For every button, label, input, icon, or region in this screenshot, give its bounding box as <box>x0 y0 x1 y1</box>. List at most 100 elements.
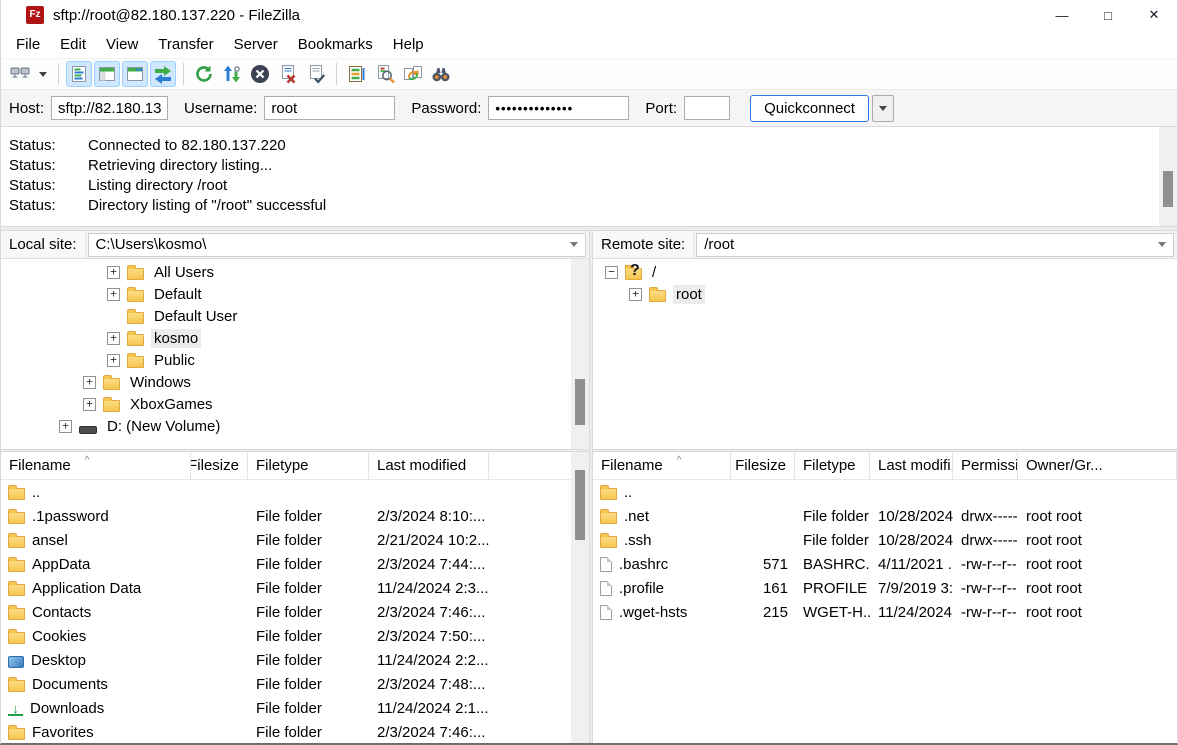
column-header-filename[interactable]: Filename ^ <box>1 452 191 479</box>
folder-icon <box>8 632 25 644</box>
column-header-filename[interactable]: Filename ^ <box>593 452 731 479</box>
tree-item[interactable]: + Public <box>1 349 589 371</box>
collapse-minus-icon[interactable]: − <box>605 266 618 279</box>
toggle-transfer-queue-button[interactable] <box>150 61 176 87</box>
file-row[interactable]: .1password File folder 2/3/2024 8:10:... <box>1 504 589 528</box>
expand-plus-icon[interactable]: + <box>107 288 120 301</box>
tree-item[interactable]: − / <box>593 261 1177 283</box>
find-files-button[interactable] <box>428 61 454 87</box>
file-row[interactable]: Cookies File folder 2/3/2024 7:50:... <box>1 624 589 648</box>
password-input[interactable] <box>488 96 629 120</box>
column-header-filetype[interactable]: Filetype <box>248 452 369 479</box>
column-header-last-modified[interactable]: Last modifi... <box>870 452 953 479</box>
file-row[interactable]: .. <box>1 480 589 504</box>
chevron-down-icon <box>570 242 578 247</box>
local-list-scrollbar[interactable] <box>571 452 589 743</box>
process-queue-button[interactable] <box>219 61 245 87</box>
toggle-message-log-button[interactable] <box>66 61 92 87</box>
menu-view[interactable]: View <box>96 32 148 57</box>
drive-icon <box>79 426 97 434</box>
cancel-icon <box>250 64 270 84</box>
site-manager-button[interactable] <box>7 61 33 87</box>
file-row[interactable]: Favorites File folder 2/3/2024 7:46:... <box>1 720 589 743</box>
cancel-operation-button[interactable] <box>247 61 273 87</box>
file-row[interactable]: Desktop File folder 11/24/2024 2:2... <box>1 648 589 672</box>
folder-icon <box>127 356 144 368</box>
tree-item[interactable]: + XboxGames <box>1 393 589 415</box>
file-name: Documents <box>32 676 108 693</box>
menubar: FileEditViewTransferServerBookmarksHelp <box>1 30 1177 59</box>
file-name: .net <box>624 508 649 525</box>
file-row[interactable]: .. <box>593 480 1177 504</box>
expand-plus-icon[interactable]: + <box>107 266 120 279</box>
menu-help[interactable]: Help <box>383 32 434 57</box>
file-row[interactable]: Contacts File folder 2/3/2024 7:46:... <box>1 600 589 624</box>
menu-server[interactable]: Server <box>224 32 288 57</box>
folder-icon <box>8 488 25 500</box>
file-row[interactable]: .profile 161 PROFILE ... 7/9/2019 3:... … <box>593 576 1177 600</box>
message-log-scrollbar[interactable] <box>1159 127 1177 226</box>
dropdown-arrow-icon <box>39 72 47 77</box>
column-header-permissions[interactable]: Permissi... <box>953 452 1018 479</box>
expand-plus-icon[interactable]: + <box>629 288 642 301</box>
file-row[interactable]: .net File folder 10/28/2024... drwx-----… <box>593 504 1177 528</box>
file-row[interactable]: .wget-hsts 215 WGET-H... 11/24/2024... -… <box>593 600 1177 624</box>
column-header-filesize[interactable]: Filesize <box>731 452 795 479</box>
minimize-button[interactable]: — <box>1039 0 1085 30</box>
column-header-last-modified[interactable]: Last modified <box>369 452 489 479</box>
local-site-combo[interactable]: C:\Users\kosmo\ <box>88 233 586 257</box>
expand-plus-icon[interactable]: + <box>59 420 72 433</box>
menu-bookmarks[interactable]: Bookmarks <box>288 32 383 57</box>
menu-file[interactable]: File <box>6 32 50 57</box>
expand-plus-icon[interactable]: + <box>107 332 120 345</box>
site-manager-dropdown-button[interactable] <box>35 61 51 87</box>
file-row[interactable]: Documents File folder 2/3/2024 7:48:... <box>1 672 589 696</box>
reconnect-button[interactable] <box>303 61 329 87</box>
file-name: .ssh <box>624 532 652 549</box>
column-header-filesize[interactable]: Filesize <box>191 452 248 479</box>
username-input[interactable] <box>264 96 395 120</box>
disconnect-icon <box>278 64 298 84</box>
file-row[interactable]: Downloads File folder 11/24/2024 2:1... <box>1 696 589 720</box>
scrollbar-thumb[interactable] <box>575 470 585 540</box>
tree-item[interactable]: + kosmo <box>1 327 589 349</box>
maximize-button[interactable]: □ <box>1085 0 1131 30</box>
directory-listing-filters-button[interactable] <box>344 61 370 87</box>
column-header-owner-group[interactable]: Owner/Gr... <box>1018 452 1177 479</box>
tree-item[interactable]: Default User <box>1 305 589 327</box>
remote-site-combo[interactable]: /root <box>696 233 1174 257</box>
quickconnect-dropdown-button[interactable] <box>872 95 894 122</box>
expand-plus-icon[interactable]: + <box>83 398 96 411</box>
toggle-local-tree-button[interactable] <box>94 61 120 87</box>
scrollbar-thumb[interactable] <box>1163 171 1173 207</box>
tree-item[interactable]: + All Users <box>1 261 589 283</box>
menu-edit[interactable]: Edit <box>50 32 96 57</box>
menu-transfer[interactable]: Transfer <box>148 32 223 57</box>
toggle-remote-tree-button[interactable] <box>122 61 148 87</box>
compare-directories-button[interactable] <box>372 61 398 87</box>
disconnect-button[interactable] <box>275 61 301 87</box>
file-row[interactable]: ansel File folder 2/21/2024 10:2... <box>1 528 589 552</box>
sort-ascending-icon: ^ <box>85 455 90 466</box>
file-row[interactable]: .ssh File folder 10/28/2024... drwx-----… <box>593 528 1177 552</box>
expand-plus-icon[interactable]: + <box>107 354 120 367</box>
scrollbar-thumb[interactable] <box>575 379 585 425</box>
file-row[interactable]: Application Data File folder 11/24/2024 … <box>1 576 589 600</box>
port-input[interactable] <box>684 96 730 120</box>
local-tree-scrollbar[interactable] <box>571 259 589 449</box>
expand-plus-icon[interactable]: + <box>83 376 96 389</box>
tree-item[interactable]: + Windows <box>1 371 589 393</box>
synchronized-browsing-button[interactable] <box>400 61 426 87</box>
tree-item[interactable]: + root <box>593 283 1177 305</box>
file-row[interactable]: AppData File folder 2/3/2024 7:44:... <box>1 552 589 576</box>
file-row[interactable]: .bashrc 571 BASHRC... 4/11/2021 ... -rw-… <box>593 552 1177 576</box>
folder-icon <box>600 536 617 548</box>
tree-item[interactable]: + D: (New Volume) <box>1 415 589 437</box>
quickconnect-button[interactable]: Quickconnect <box>750 95 869 122</box>
tree-item[interactable]: + Default <box>1 283 589 305</box>
folder-icon <box>127 290 144 302</box>
refresh-button[interactable] <box>191 61 217 87</box>
close-button[interactable]: ✕ <box>1131 0 1177 30</box>
host-input[interactable] <box>51 96 168 120</box>
column-header-filetype[interactable]: Filetype <box>795 452 870 479</box>
